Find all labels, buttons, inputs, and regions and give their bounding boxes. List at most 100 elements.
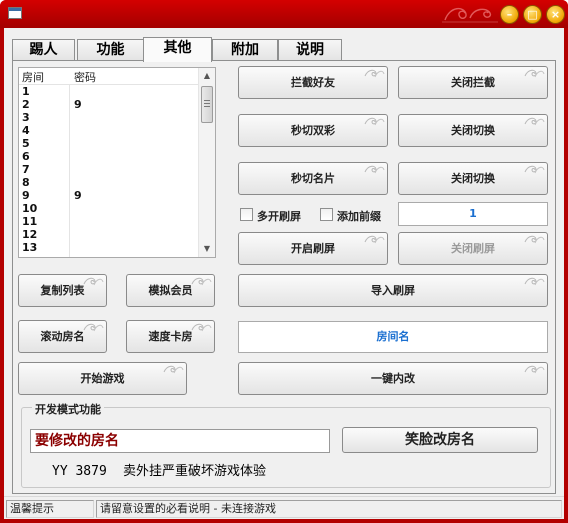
list-item[interactable]: 13 [19,241,199,254]
smiley-rename-button[interactable]: 笑脸改房名 [342,427,538,453]
close-block-button[interactable]: 关闭拦截 [398,66,548,99]
room-number: 9 [22,189,30,202]
tab-kick[interactable]: 踢人 [12,39,75,61]
list-header: 房间 密码 [19,68,199,85]
tab-panel-other: 房间 密码 1 2 9 3 4 5 6 7 8 9 9 10 11 12 13 ▲ ▼ 拦截好友 关闭拦截 … [12,60,556,494]
title-bar[interactable]: – □ × [0,0,568,28]
room-number: 7 [22,163,30,176]
copy-list-button[interactable]: 复制列表 [18,274,107,307]
tab-extra[interactable]: 附加 [212,39,278,61]
app-window: – □ × 踢人 功能 其他 附加 说明 房间 密码 1 2 9 3 4 5 6 7 8 9 9 10… [0,0,568,523]
swirl-ornament-icon [364,69,385,78]
swirl-ornament-icon [524,69,545,78]
one-key-rename-button[interactable]: 一键内改 [238,362,548,395]
close-spam-button[interactable]: 关闭刷屏 [398,232,548,265]
info-line: YY 3879 卖外挂严重破坏游戏体验 [52,460,266,479]
swirl-ornament-icon [524,117,545,126]
column-header-room[interactable]: 房间 [22,69,44,85]
one-key-rename-label: 一键内改 [371,372,415,385]
list-item[interactable]: 3 [19,111,199,124]
swirl-ornament-icon [524,365,545,374]
import-spam-button[interactable]: 导入刷屏 [238,274,548,307]
swirl-ornament-icon [364,165,385,174]
close-switch-button-2[interactable]: 关闭切换 [398,162,548,195]
swirl-ornament-icon [83,277,104,286]
list-item[interactable]: 4 [19,124,199,137]
multi-spam-label: 多开刷屏 [257,210,301,223]
close-switch-button-1[interactable]: 关闭切换 [398,114,548,147]
scroll-down-icon[interactable]: ▼ [199,241,215,257]
list-item[interactable]: 5 [19,137,199,150]
instant-color-button[interactable]: 秒切双彩 [238,114,388,147]
dev-mode-title: 开发模式功能 [32,401,104,417]
list-item[interactable]: 10 [19,202,199,215]
app-icon [8,7,22,19]
status-tip: 温馨提示 [6,500,94,518]
room-number: 5 [22,137,30,150]
room-number: 12 [22,228,38,241]
scroll-up-icon[interactable]: ▲ [199,68,215,84]
list-item[interactable]: 1 [19,85,199,98]
dev-mode-group: 开发模式功能 要修改的房名 笑脸改房名 YY 3879 卖外挂严重破坏游戏体验 [21,401,551,488]
list-item[interactable]: 29 [19,98,199,111]
room-password: 9 [74,98,82,111]
swirl-ornament-icon [163,365,184,374]
yy-channel-label: YY 3879 [52,464,107,479]
swirl-ornament-icon [442,7,498,23]
room-password: 9 [74,189,82,202]
start-game-button[interactable]: 开始游戏 [18,362,187,395]
swirl-ornament-icon [364,235,385,244]
room-number: 11 [22,215,38,228]
client-area: 踢人 功能 其他 附加 说明 房间 密码 1 2 9 3 4 5 6 7 8 9 9 10 11 12 13… [4,28,564,519]
swirl-ornament-icon [524,277,545,286]
block-friends-button[interactable]: 拦截好友 [238,66,388,99]
room-number: 13 [22,241,38,254]
multi-spam-checkbox[interactable]: 多开刷屏 [240,207,315,223]
swirl-ornament-icon [364,117,385,126]
simulate-member-button[interactable]: 模拟会员 [126,274,215,307]
close-icon[interactable]: × [546,5,565,24]
spam-count-field[interactable]: 1 [398,202,548,226]
tab-other[interactable]: 其他 [143,37,212,62]
swirl-ornament-icon [524,165,545,174]
add-prefix-checkbox[interactable]: 添加前缀 [320,207,395,223]
import-spam-label: 导入刷屏 [371,284,415,297]
instant-card-button[interactable]: 秒切名片 [238,162,388,195]
tab-functions[interactable]: 功能 [77,39,144,61]
list-item[interactable]: 7 [19,163,199,176]
scroll-room-name-button[interactable]: 滚动房名 [18,320,107,353]
list-scrollbar[interactable]: ▲ ▼ [198,68,215,257]
room-number: 6 [22,150,30,163]
room-number: 3 [22,111,30,124]
column-header-password[interactable]: 密码 [74,69,96,85]
info-text: 卖外挂严重破坏游戏体验 [122,464,266,479]
swirl-ornament-icon [191,277,212,286]
swirl-ornament-icon [524,235,545,244]
list-item[interactable]: 99 [19,189,199,202]
start-spam-button[interactable]: 开启刷屏 [238,232,388,265]
list-item[interactable]: 11 [19,215,199,228]
list-item[interactable]: 8 [19,176,199,189]
multi-spam-checkbox-box[interactable] [240,208,253,221]
scroll-thumb[interactable] [201,86,213,123]
swirl-ornament-icon [191,323,212,332]
tab-help[interactable]: 说明 [278,39,342,61]
smiley-rename-label: 笑脸改房名 [405,432,475,448]
room-number: 4 [22,124,30,137]
room-name-field[interactable]: 房间名 [238,321,548,353]
room-list[interactable]: 房间 密码 1 2 9 3 4 5 6 7 8 9 9 10 11 12 13 ▲ ▼ [18,67,216,258]
speed-card-room-button[interactable]: 速度卡房 [126,320,215,353]
start-game-label: 开始游戏 [80,372,125,385]
rename-input[interactable]: 要修改的房名 [30,429,330,453]
status-message: 请留意设置的必看说明 - 未连接游戏 [96,500,562,518]
status-bar: 温馨提示 请留意设置的必看说明 - 未连接游戏 [4,496,564,519]
room-number: 2 [22,98,30,111]
add-prefix-label: 添加前缀 [337,210,381,223]
add-prefix-checkbox-box[interactable] [320,208,333,221]
maximize-icon[interactable]: □ [523,5,542,24]
room-number: 8 [22,176,30,189]
list-item[interactable]: 12 [19,228,199,241]
list-item[interactable]: 6 [19,150,199,163]
minimize-icon[interactable]: – [500,5,519,24]
swirl-ornament-icon [83,323,104,332]
